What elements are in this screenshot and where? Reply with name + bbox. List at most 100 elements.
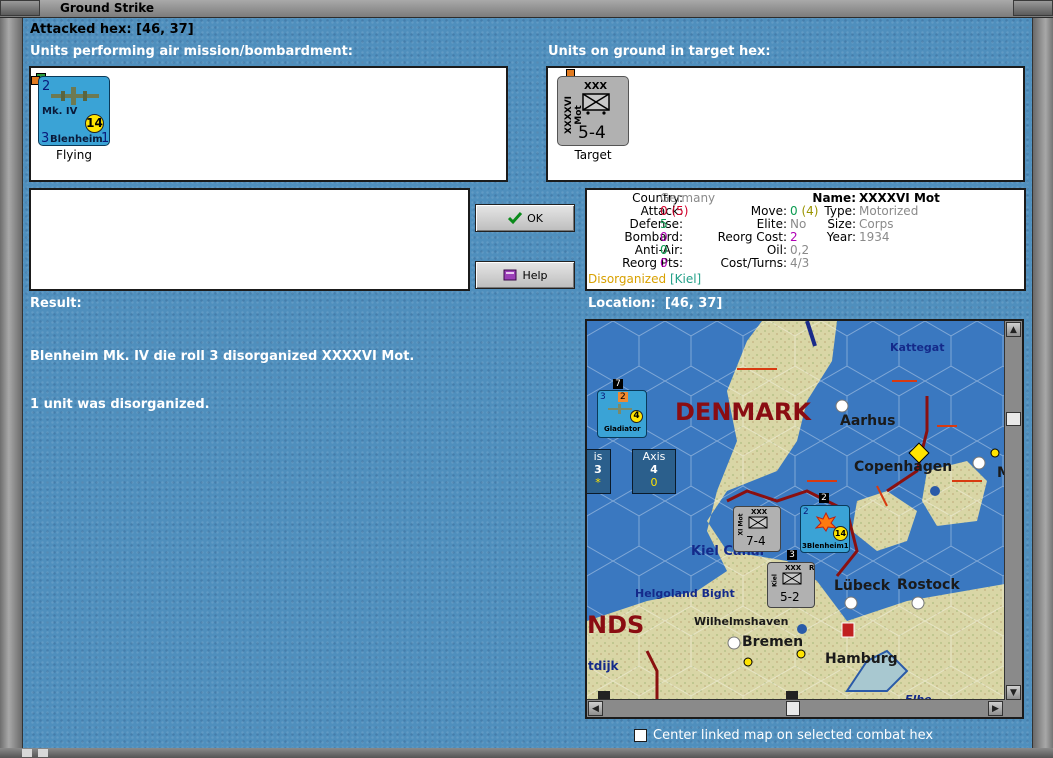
- attacked-hex-value: [46, 37]: [136, 22, 194, 37]
- port-anchor-icon: [972, 456, 986, 470]
- resize-grip-left[interactable]: [22, 749, 32, 757]
- motorized-infantry-icon: [748, 516, 768, 529]
- port-anchor-icon: [844, 596, 858, 610]
- map-label-hamburg: Hamburg: [825, 651, 898, 667]
- result-line-1: Blenheim Mk. IV die roll 3 disorganized …: [30, 349, 415, 364]
- checkmark-icon: [508, 212, 523, 225]
- naval-anchor-icon: [797, 624, 807, 634]
- scroll-right-icon[interactable]: ▶: [988, 701, 1003, 716]
- antiair-value: 0: [660, 243, 668, 257]
- system-menu-button[interactable]: [0, 0, 40, 16]
- corps2-values: 5-2: [780, 590, 800, 604]
- center-map-checkbox-row[interactable]: Center linked map on selected combat hex: [634, 728, 933, 743]
- center-map-checkbox[interactable]: [634, 729, 647, 742]
- port-anchor-icon: [911, 596, 925, 610]
- map-blenheim-counter[interactable]: 2 14 3Blenheim1: [800, 505, 850, 553]
- resize-grip-right[interactable]: [38, 749, 48, 757]
- map-corps-counter-2[interactable]: XXX R Kiel 5-2: [767, 562, 815, 608]
- motorized-infantry-icon: [782, 572, 802, 585]
- map-blenheim-name: 3Blenheim1: [802, 542, 849, 550]
- axis-box-1-line-2: 3: [594, 463, 602, 476]
- location-tag: [Kiel]: [669, 272, 702, 286]
- stack-count-badge: 3: [787, 550, 797, 560]
- corps1-values: 7-4: [746, 534, 766, 548]
- axis-box-2-line-1: Axis: [642, 450, 666, 463]
- corps1-side: XI Mot: [737, 513, 745, 536]
- axis-box-2-line-3: 0: [650, 476, 658, 489]
- axis-info-box-2: Axis 4 0: [632, 449, 676, 494]
- map-label-wilhelmshaven: Wilhelmshaven: [694, 615, 789, 628]
- map-label-aarhus: Aarhus: [840, 413, 896, 429]
- status-row: Disorganized [Kiel]: [588, 273, 701, 286]
- info-right-values: XXXXVI Mot Motorized Corps 1934: [859, 192, 1019, 244]
- air-unit-caption: Flying: [56, 148, 92, 162]
- result-label: Result:: [30, 296, 82, 311]
- corps2-size: XXX: [785, 564, 802, 572]
- unit-combat-values: 5-4: [578, 123, 606, 143]
- map-corps-counter-1[interactable]: XXX XI Mot 7-4: [733, 506, 781, 552]
- unit-bottom-left-value: 3: [41, 131, 50, 146]
- port-anchor-icon: [727, 636, 741, 650]
- horizontal-scroll-thumb[interactable]: [786, 701, 800, 716]
- map-gladiator-counter[interactable]: 3 2 4 Gladiator: [597, 390, 647, 438]
- info-mid-keys: Move: Elite: Reorg Cost: Oil: Cost/Turns…: [687, 205, 787, 270]
- ground-unit-counter[interactable]: XXX XXXXVI Mot 5-4: [557, 76, 629, 146]
- help-button[interactable]: Help: [475, 261, 575, 289]
- year-value: 1934: [859, 230, 890, 244]
- unit-bottom-right-value: 1: [101, 131, 110, 146]
- unit-info-panel: Country: Attack: Defense: Bombard: Anti-…: [585, 188, 1026, 291]
- reorgpts-value: 0: [660, 256, 668, 270]
- map-vertical-scrollbar[interactable]: ▲ ▼: [1004, 321, 1022, 717]
- attack-value-full: (5): [671, 204, 689, 218]
- attacked-hex-label: Attacked hex:: [30, 22, 132, 37]
- gladiator-strength: 4: [630, 410, 643, 423]
- map-blenheim-top-left: 2: [803, 507, 809, 517]
- corps2-r-marker: R: [809, 564, 815, 572]
- map-horizontal-scrollbar[interactable]: ◀ ▶: [587, 699, 1005, 717]
- blenheim-unit-counter[interactable]: 2 Mk. IV 14 3 Blenheim 1: [38, 76, 110, 146]
- result-line-2: 1 unit was disorganized.: [30, 397, 210, 412]
- stack-count-badge: 7: [613, 379, 623, 389]
- air-units-label: Units performing air mission/bombardment…: [30, 44, 354, 59]
- map-label-copenhagen: Copenhagen: [854, 459, 953, 475]
- year-key: Year:: [826, 230, 856, 244]
- naval-anchor-icon: [930, 486, 940, 496]
- ok-button-label: OK: [527, 211, 543, 225]
- disorganized-status: Disorganized: [588, 272, 667, 286]
- gladiator-name: Gladiator: [604, 425, 641, 433]
- axis-box-1-line-1: is: [593, 450, 603, 463]
- map-label-denmark: DENMARK: [675, 398, 811, 426]
- defense-value: 5: [660, 217, 668, 231]
- stack-count-badge: 2: [819, 493, 829, 503]
- corps2-side: Kiel: [771, 574, 779, 587]
- right-frame: [1032, 18, 1053, 758]
- gladiator-top-mid: 2: [618, 392, 628, 402]
- location-label: Location:: [588, 296, 656, 311]
- title-bar: Ground Strike: [0, 0, 1053, 18]
- result-text: Blenheim Mk. IV die roll 3 disorganized …: [30, 317, 414, 429]
- bottom-frame: [0, 748, 1053, 758]
- port-anchor-icon: [835, 399, 849, 413]
- location-map[interactable]: Kattegat DENMARK Aarhus Copenhagen Ma Ki…: [585, 319, 1024, 719]
- air-units-panel: 2 Mk. IV 14 3 Blenheim 1 Flying: [29, 66, 508, 182]
- map-label-kattegat: Kattegat: [890, 341, 945, 354]
- unit-size-label: XXX: [584, 81, 608, 92]
- help-book-icon: [503, 269, 517, 281]
- motorized-infantry-icon: [582, 93, 610, 115]
- scroll-up-icon[interactable]: ▲: [1006, 322, 1021, 337]
- map-label-lubeck: Lübeck: [834, 578, 891, 594]
- vertical-scroll-thumb[interactable]: [1006, 412, 1021, 426]
- location-row: Location: [46, 37]: [588, 296, 722, 311]
- scroll-down-icon[interactable]: ▼: [1006, 685, 1021, 700]
- map-blenheim-strength: 14: [833, 526, 848, 541]
- ground-units-panel: XXX XXXXVI Mot 5-4 Target: [546, 66, 1025, 182]
- axis-box-1-line-3: *: [595, 476, 601, 489]
- attacked-hex-row: Attacked hex: [46, 37]: [30, 22, 194, 37]
- close-window-button[interactable]: [1013, 0, 1053, 16]
- ok-button[interactable]: OK: [475, 204, 575, 232]
- gladiator-top-left: 3: [600, 392, 606, 402]
- costturns-value: 4/3: [790, 256, 810, 270]
- map-label-bremen: Bremen: [742, 634, 804, 650]
- axis-info-box-1: is 3 *: [587, 449, 611, 494]
- scroll-left-icon[interactable]: ◀: [588, 701, 603, 716]
